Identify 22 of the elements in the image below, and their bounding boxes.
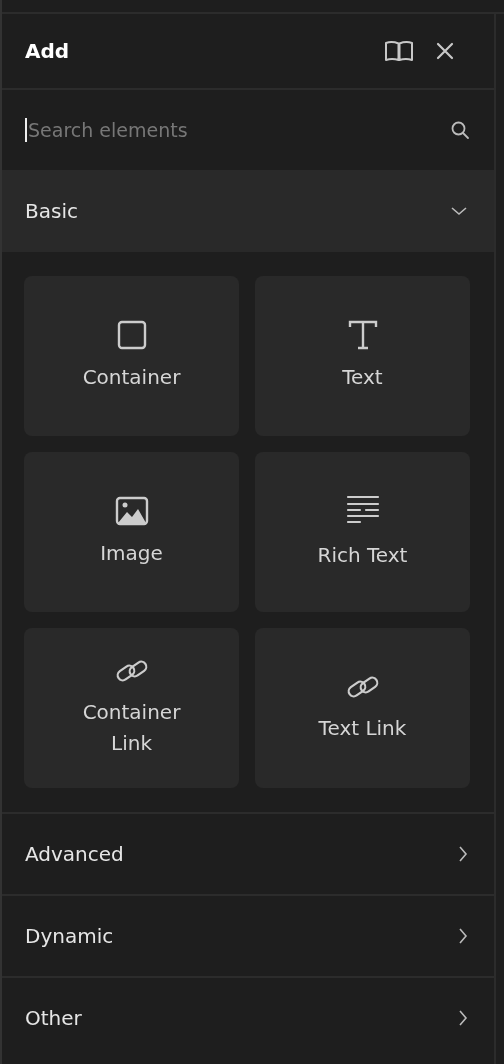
- image-icon: [114, 495, 149, 526]
- chevron-right-icon: [458, 1009, 468, 1027]
- section-header[interactable]: Basic: [2, 170, 494, 252]
- section-header[interactable]: Advanced: [2, 812, 494, 894]
- chevron-right-icon: [458, 845, 468, 863]
- panel-title: Add: [25, 39, 70, 63]
- section-header[interactable]: Dynamic: [2, 894, 494, 976]
- square-icon: [116, 319, 147, 350]
- close-icon[interactable]: [436, 42, 454, 60]
- element-card[interactable]: Text Link: [255, 628, 470, 788]
- element-card[interactable]: Container Link: [24, 628, 239, 788]
- element-card[interactable]: Text: [255, 276, 470, 436]
- book-icon[interactable]: [384, 40, 414, 62]
- text-icon: [347, 319, 378, 350]
- element-card[interactable]: Rich Text: [255, 452, 470, 612]
- section-header[interactable]: Other: [2, 976, 494, 1058]
- search-field[interactable]: Search elements: [25, 118, 450, 142]
- element-card[interactable]: Image: [24, 452, 239, 612]
- element-card[interactable]: Container: [24, 276, 239, 436]
- chevron-down-icon: [450, 206, 468, 216]
- chevron-right-icon: [458, 927, 468, 945]
- search-icon[interactable]: [450, 120, 470, 140]
